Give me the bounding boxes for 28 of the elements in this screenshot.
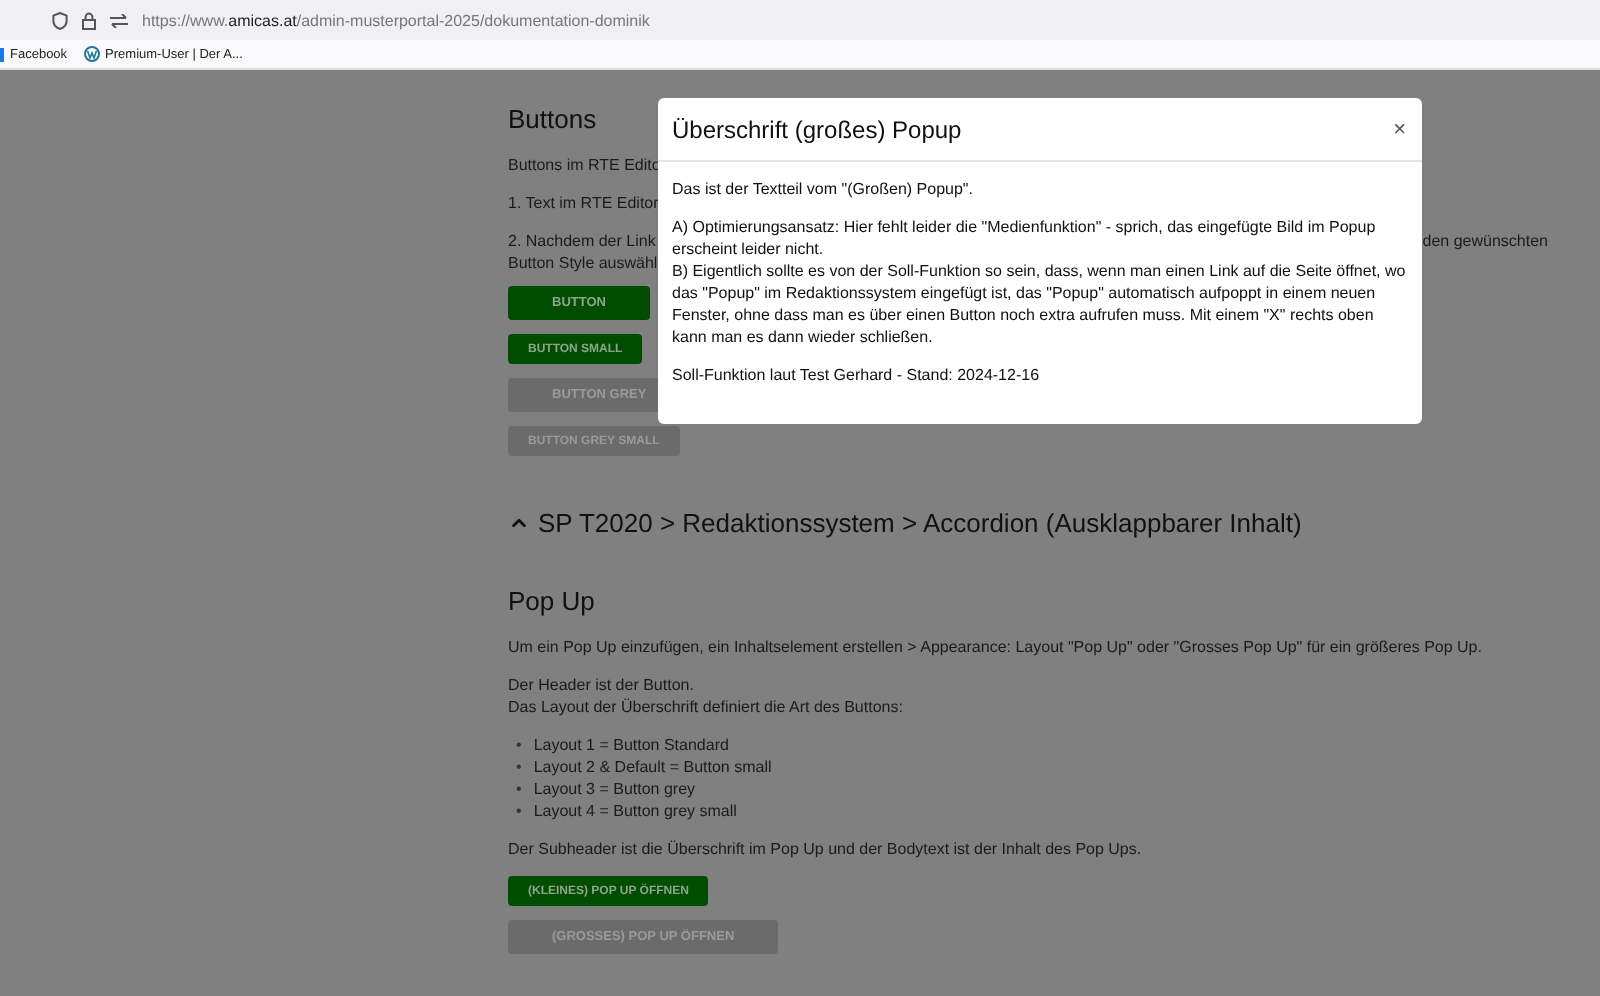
bullet: • <box>516 756 522 778</box>
wordpress-icon <box>83 46 100 62</box>
paragraph: Der Subheader ist die Überschrift im Pop Up und der Bodytext ist der Inhalt des Pop Ups. <box>508 838 1144 860</box>
bullet: • <box>516 778 522 800</box>
bullet: • <box>516 800 522 822</box>
paragraph-line: 2. Nachdem der Link <box>508 230 658 252</box>
close-button[interactable]: × <box>1393 117 1406 141</box>
paragraph-line: Das Layout der Überschrift definiert die Art des Buttons: <box>508 696 905 718</box>
url-text: https://www.amicas.at/admin-musterportal-2025/dokumentation-dominik <box>142 11 650 29</box>
list-item: Layout 3 = Button grey <box>533 778 696 800</box>
paragraph-line: Button Style auswähl <box>508 252 658 274</box>
list-item: Layout 1 = Button Standard <box>533 734 729 756</box>
popup-title: Überschrift (großes) Popup <box>672 115 962 143</box>
list-item: Layout 2 & Default = Button small <box>533 756 772 778</box>
paragraph-line: Der Header ist der Button. <box>508 674 696 696</box>
permissions-icon <box>110 13 128 27</box>
shield-icon <box>52 11 68 29</box>
paragraph: Das ist der Textteil vom "(Großen) Popup". <box>672 178 975 200</box>
lock-icon <box>82 11 96 29</box>
paragraph: Um ein Pop Up einzufügen, ein Inhaltselement erstellen > Appearance: Layout "Pop Up" oder "Grosses Pop Up" für ein größeres Pop Up. <box>508 636 1484 658</box>
paragraph: A) Optimierungsansatz: Hier fehlt leider die "Medienfunktion" - sprich, das eingefügte Bild im Popup erscheint leider nicht. B) Eigentlich sollte es von der Soll-Funktion so sein, dass, wenn man einen Link auf die Seite öffnet, wo das "Popup" im Redaktionssystem eingefügt ist, das "Popup" automatisch aufpoppt in einem neuen Fenster, ohne dass man es über einen Button noch extra aufrufen muss. Mit einem "X" rechts oben kann man es dann wieder schließen. <box>672 216 1408 348</box>
section-heading: Buttons <box>508 104 597 134</box>
section-heading: Pop Up <box>508 586 595 616</box>
accordion-title[interactable]: SP T2020 > Redaktionssystem > Accordion (Ausklappbarer Inhalt) <box>538 508 1302 538</box>
paragraph: 1. Text im RTE Editor <box>508 192 661 214</box>
bullet: • <box>516 734 522 756</box>
paragraph-fragment: den gewünschten <box>1422 230 1548 252</box>
list-item: Layout 4 = Button grey small <box>533 800 737 822</box>
